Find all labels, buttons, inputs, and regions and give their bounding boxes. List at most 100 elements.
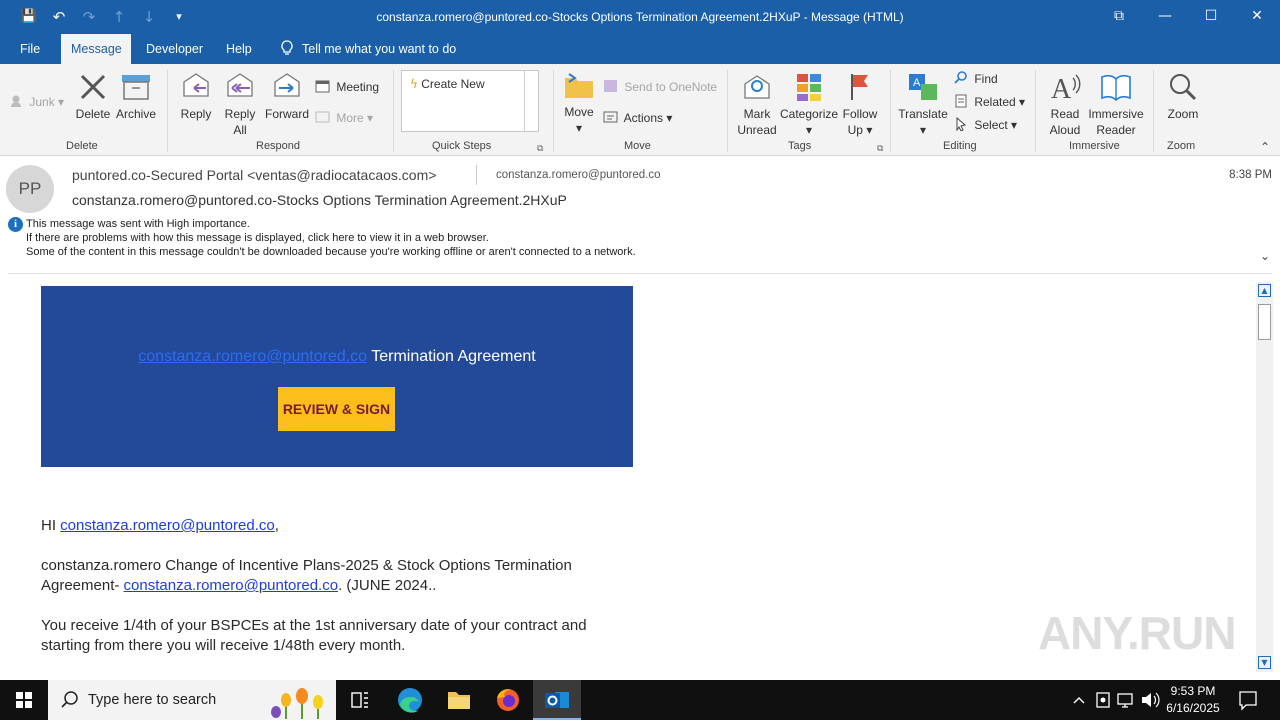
- move-folder-icon: [565, 73, 593, 98]
- related-label: Related: [974, 95, 1016, 109]
- separator: [1153, 70, 1154, 152]
- quick-steps-launcher-icon[interactable]: ⧉: [537, 143, 543, 154]
- next-item-icon[interactable]: ↓: [140, 8, 158, 26]
- flag-icon: [851, 74, 868, 100]
- undo-icon[interactable]: ↶: [50, 8, 68, 26]
- tags-launcher-icon[interactable]: ⧉: [877, 143, 883, 154]
- action-center-button[interactable]: [1236, 680, 1260, 720]
- actions-label: Actions: [623, 111, 664, 125]
- related-icon: [955, 94, 967, 108]
- avatar[interactable]: PP: [6, 165, 54, 213]
- zoom-button[interactable]: Zoom: [1163, 72, 1203, 122]
- forward-icon: [274, 73, 300, 97]
- forward-button[interactable]: Forward: [263, 70, 311, 122]
- meeting-button[interactable]: Meeting: [315, 79, 379, 94]
- quick-steps-gallery[interactable]: ϟ Create New: [401, 70, 539, 132]
- tab-message[interactable]: Message: [61, 34, 131, 64]
- mark-unread-button[interactable]: Mark Unread: [734, 72, 780, 138]
- send-to-onenote-button[interactable]: Send to OneNote: [603, 79, 717, 94]
- chevron-up-icon: [1073, 697, 1085, 704]
- read-aloud-icon: A: [1051, 74, 1081, 102]
- window-controls: ⧉ — ☐ ✕: [1096, 0, 1280, 32]
- tray-device-icon[interactable]: [1094, 680, 1112, 720]
- taskbar-clock[interactable]: 9:53 PM 6/16/2025: [1158, 683, 1228, 717]
- junk-button[interactable]: Junk ▾: [10, 94, 64, 109]
- tab-file[interactable]: File: [10, 34, 50, 64]
- delete-button[interactable]: Delete: [74, 72, 112, 122]
- device-icon: [1096, 692, 1110, 708]
- follow-up-button[interactable]: Follow Up ▾: [840, 72, 880, 138]
- banner-email-link[interactable]: constanza.romero@puntored.co: [138, 348, 367, 365]
- related-button[interactable]: Related ▾: [954, 94, 1025, 109]
- actions-button[interactable]: Actions ▾: [603, 110, 672, 125]
- greeting-email-link[interactable]: constanza.romero@puntored.co: [60, 517, 275, 534]
- close-button[interactable]: ✕: [1234, 0, 1280, 32]
- sender[interactable]: puntored.co-Secured Portal <ventas@radio…: [72, 167, 436, 183]
- categorize-button[interactable]: Categorize ▾: [780, 72, 838, 138]
- reply-all-label-2: All: [233, 123, 247, 137]
- more-respond-button[interactable]: More ▾: [315, 110, 373, 125]
- reply-all-button[interactable]: Reply All: [220, 70, 260, 138]
- paragraph-1-email-link[interactable]: constanza.romero@puntored.co: [124, 577, 339, 594]
- reply-icon: [183, 73, 209, 97]
- more-label: More: [336, 111, 364, 125]
- menu-bar: File Message Developer Help Tell me what…: [0, 34, 1280, 64]
- banner-text: Termination Agreement: [367, 348, 536, 365]
- find-button[interactable]: Find: [954, 71, 998, 86]
- separator: [553, 70, 554, 152]
- mark-unread-label-2: Unread: [737, 123, 777, 137]
- recipient[interactable]: constanza.romero@puntored.co: [496, 169, 660, 181]
- volume-icon: [1142, 692, 1160, 708]
- scroll-thumb[interactable]: [1258, 304, 1271, 340]
- ribbon-display-options-icon[interactable]: ⧉: [1096, 0, 1142, 32]
- save-icon[interactable]: 💾: [20, 8, 38, 26]
- file-explorer-taskbar-button[interactable]: [435, 680, 483, 720]
- select-icon: [956, 116, 967, 132]
- tab-help[interactable]: Help: [216, 34, 262, 64]
- scroll-up-icon[interactable]: ▲: [1258, 284, 1271, 297]
- previous-item-icon[interactable]: ↑: [110, 8, 128, 26]
- tray-volume-icon[interactable]: [1140, 680, 1160, 720]
- immersive-reader-button[interactable]: Immersive Reader: [1086, 72, 1146, 138]
- reply-button[interactable]: Reply: [176, 70, 216, 122]
- scroll-down-icon[interactable]: ▼: [1258, 656, 1271, 669]
- search-placeholder: Type here to search: [88, 692, 217, 708]
- importance-notice: This message was sent with High importan…: [26, 218, 250, 230]
- quick-steps-scroll[interactable]: [524, 71, 538, 131]
- outlook-taskbar-button[interactable]: [533, 680, 581, 720]
- customize-qat-icon[interactable]: ▾: [170, 8, 188, 26]
- mark-unread-label-1: Mark: [743, 107, 771, 121]
- create-new-quick-step[interactable]: ϟ Create New: [410, 77, 485, 91]
- move-button[interactable]: Move ▾: [560, 72, 598, 136]
- edge-taskbar-button[interactable]: [386, 680, 434, 720]
- tab-developer[interactable]: Developer: [136, 34, 213, 64]
- offline-content-notice: Some of the content in this message coul…: [26, 246, 636, 258]
- taskbar: Type here to search 9:53 PM 6/16/2025: [0, 680, 1280, 720]
- archive-button[interactable]: Archive: [114, 72, 158, 122]
- show-hidden-icons[interactable]: [1070, 680, 1088, 720]
- maximize-button[interactable]: ☐: [1188, 0, 1234, 32]
- more-icon: [315, 111, 330, 123]
- vertical-scrollbar[interactable]: ▲ ▼: [1256, 282, 1273, 672]
- select-button[interactable]: Select ▾: [954, 116, 1017, 132]
- view-in-browser-notice[interactable]: If there are problems with how this mess…: [26, 232, 489, 244]
- read-aloud-button[interactable]: A Read Aloud: [1044, 72, 1086, 138]
- tell-me-search[interactable]: Tell me what you want to do: [270, 34, 466, 64]
- task-view-button[interactable]: [336, 680, 384, 720]
- delete-group-label: Delete: [66, 140, 98, 152]
- review-sign-button[interactable]: REVIEW & SIGN: [278, 387, 395, 431]
- find-icon: [954, 71, 967, 84]
- taskbar-search-box[interactable]: Type here to search: [48, 680, 336, 720]
- window-title: constanza.romero@puntored.co-Stocks Opti…: [376, 10, 904, 24]
- firefox-taskbar-button[interactable]: [484, 680, 532, 720]
- chevron-down-icon[interactable]: ⌄: [1260, 249, 1270, 263]
- translate-button[interactable]: A Translate ▾: [897, 72, 949, 138]
- collapse-ribbon-icon[interactable]: ⌃: [1260, 140, 1270, 154]
- minimize-button[interactable]: —: [1142, 0, 1188, 32]
- redo-icon[interactable]: ↷: [80, 8, 98, 26]
- tray-network-icon[interactable]: [1116, 680, 1136, 720]
- lightning-icon: ϟ: [410, 77, 418, 91]
- read-aloud-label-1: Read: [1050, 107, 1080, 121]
- start-button[interactable]: [0, 680, 48, 720]
- find-label: Find: [974, 72, 998, 86]
